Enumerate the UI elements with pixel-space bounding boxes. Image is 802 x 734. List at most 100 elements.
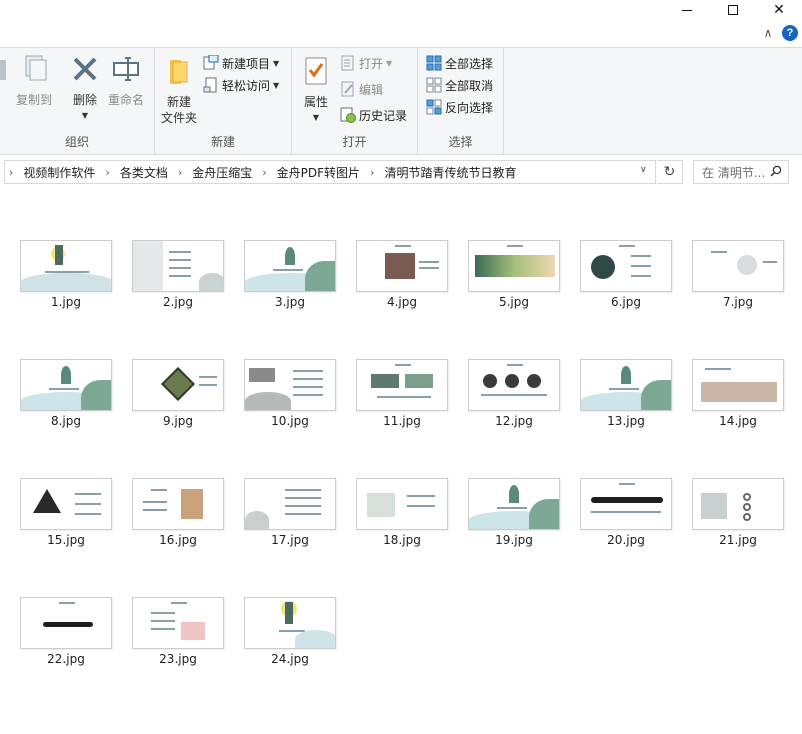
file-thumbnail[interactable] — [692, 478, 784, 530]
file-item[interactable]: 3.jpg — [244, 240, 344, 312]
file-item[interactable]: 1.jpg — [20, 240, 120, 312]
file-thumbnail[interactable] — [580, 240, 672, 292]
collapse-ribbon-icon[interactable]: ∧ — [760, 26, 776, 40]
file-name[interactable]: 19.jpg — [464, 533, 564, 547]
file-thumbnail[interactable] — [20, 597, 112, 649]
file-item[interactable]: 16.jpg — [132, 478, 232, 550]
file-item[interactable]: 13.jpg — [580, 359, 680, 431]
address-history-dropdown-icon[interactable]: ∨ — [640, 165, 647, 175]
file-name[interactable]: 3.jpg — [240, 295, 340, 309]
file-name[interactable]: 9.jpg — [128, 414, 228, 428]
file-name[interactable]: 5.jpg — [464, 295, 564, 309]
file-item[interactable]: 2.jpg — [132, 240, 232, 312]
file-item[interactable]: 11.jpg — [356, 359, 456, 431]
file-thumbnail[interactable] — [468, 359, 560, 411]
file-item[interactable]: 4.jpg — [356, 240, 456, 312]
easy-access-button[interactable]: 轻松访问 ▼ — [203, 75, 279, 95]
file-thumbnail[interactable] — [20, 359, 112, 411]
breadcrumb-item[interactable]: 金舟压缩宝 — [192, 164, 252, 181]
file-name[interactable]: 13.jpg — [576, 414, 676, 428]
file-name[interactable]: 21.jpg — [688, 533, 788, 547]
file-name[interactable]: 8.jpg — [16, 414, 116, 428]
file-name[interactable]: 11.jpg — [352, 414, 452, 428]
minimize-icon[interactable] — [664, 0, 710, 20]
file-item[interactable]: 14.jpg — [692, 359, 792, 431]
properties-button[interactable]: 属性 ▼ — [300, 56, 332, 126]
maximize-icon[interactable] — [710, 0, 756, 20]
file-item[interactable]: 19.jpg — [468, 478, 568, 550]
file-thumbnail[interactable] — [356, 478, 448, 530]
file-thumbnail[interactable] — [132, 359, 224, 411]
file-item[interactable]: 8.jpg — [20, 359, 120, 431]
breadcrumb-chevron-icon[interactable]: › — [370, 166, 374, 179]
address-bar[interactable]: › 视频制作软件 › 各类文档 › 金舟压缩宝 › 金舟PDF转图片 › 清明节… — [4, 160, 656, 184]
delete-dropdown-icon[interactable]: ▼ — [68, 108, 102, 124]
file-thumbnail[interactable] — [20, 240, 112, 292]
file-thumbnail[interactable] — [580, 478, 672, 530]
file-item[interactable]: 5.jpg — [468, 240, 568, 312]
file-thumbnail[interactable] — [244, 478, 336, 530]
help-icon[interactable]: ? — [782, 25, 798, 41]
breadcrumb-item[interactable]: 视频制作软件 — [23, 164, 95, 181]
breadcrumb-item[interactable]: 各类文档 — [120, 164, 168, 181]
file-thumbnail[interactable] — [468, 478, 560, 530]
select-all-button[interactable]: 全部选择 — [426, 53, 493, 73]
file-thumbnail[interactable] — [580, 359, 672, 411]
file-thumbnail[interactable] — [356, 359, 448, 411]
file-item[interactable]: 7.jpg — [692, 240, 792, 312]
file-thumbnail[interactable] — [132, 597, 224, 649]
breadcrumb-item[interactable]: 金舟PDF转图片 — [277, 164, 360, 181]
new-item-button[interactable]: 新建项目 ▼ — [203, 53, 279, 73]
file-item[interactable]: 10.jpg — [244, 359, 344, 431]
file-item[interactable]: 12.jpg — [468, 359, 568, 431]
file-name[interactable]: 1.jpg — [16, 295, 116, 309]
easy-access-dropdown-icon[interactable]: ▼ — [273, 81, 279, 90]
file-name[interactable]: 14.jpg — [688, 414, 788, 428]
breadcrumb-chevron-icon[interactable]: › — [105, 166, 109, 179]
cut-button[interactable]: 剪切 — [0, 54, 12, 123]
file-name[interactable]: 4.jpg — [352, 295, 452, 309]
delete-button[interactable]: 删除 ▼ — [68, 54, 102, 124]
search-icon[interactable] — [770, 165, 782, 177]
breadcrumb-chevron-icon[interactable]: › — [9, 166, 13, 179]
file-name[interactable]: 24.jpg — [240, 652, 340, 666]
file-name[interactable]: 15.jpg — [16, 533, 116, 547]
new-item-dropdown-icon[interactable]: ▼ — [273, 59, 279, 68]
copy-to-button[interactable]: 复制到 — [14, 54, 54, 108]
breadcrumb-chevron-icon[interactable]: › — [178, 166, 182, 179]
file-name[interactable]: 12.jpg — [464, 414, 564, 428]
file-thumbnail[interactable] — [132, 478, 224, 530]
file-item[interactable]: 9.jpg — [132, 359, 232, 431]
file-item[interactable]: 15.jpg — [20, 478, 120, 550]
file-name[interactable]: 22.jpg — [16, 652, 116, 666]
new-folder-button[interactable]: 新建 文件夹 — [159, 56, 199, 126]
file-thumbnail[interactable] — [692, 359, 784, 411]
refresh-icon[interactable]: ↻ — [657, 160, 683, 184]
file-item[interactable]: 21.jpg — [692, 478, 792, 550]
file-name[interactable]: 18.jpg — [352, 533, 452, 547]
breadcrumb-chevron-icon[interactable]: › — [262, 166, 266, 179]
file-item[interactable]: 6.jpg — [580, 240, 680, 312]
invert-selection-button[interactable]: 反向选择 — [426, 97, 493, 117]
file-item[interactable]: 20.jpg — [580, 478, 680, 550]
file-thumbnail[interactable] — [356, 240, 448, 292]
file-name[interactable]: 17.jpg — [240, 533, 340, 547]
properties-dropdown-icon[interactable]: ▼ — [300, 110, 332, 126]
select-none-button[interactable]: 全部取消 — [426, 75, 493, 95]
file-name[interactable]: 6.jpg — [576, 295, 676, 309]
file-item[interactable]: 22.jpg — [20, 597, 120, 669]
open-dropdown-icon[interactable]: ▼ — [386, 59, 392, 68]
file-thumbnail[interactable] — [244, 359, 336, 411]
file-thumbnail[interactable] — [244, 597, 336, 649]
history-button[interactable]: 历史记录 — [340, 105, 407, 125]
rename-button[interactable]: 重命名 — [106, 54, 146, 108]
file-name[interactable]: 10.jpg — [240, 414, 340, 428]
open-button[interactable]: 打开 ▼ — [340, 53, 392, 73]
file-thumbnail[interactable] — [244, 240, 336, 292]
edit-button[interactable]: 编辑 — [340, 79, 383, 99]
breadcrumb-item[interactable]: 清明节踏青传统节日教育 — [384, 164, 516, 181]
file-thumbnail[interactable] — [132, 240, 224, 292]
file-item[interactable]: 23.jpg — [132, 597, 232, 669]
file-thumbnail[interactable] — [692, 240, 784, 292]
file-name[interactable]: 7.jpg — [688, 295, 788, 309]
